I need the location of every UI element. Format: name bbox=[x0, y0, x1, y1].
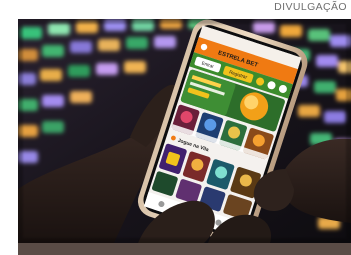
photo: ESTRELA BET Entrar Registrar Jogue na Vi… bbox=[18, 19, 351, 243]
bottom-strip bbox=[18, 243, 351, 255]
photo-illustration: ESTRELA BET Entrar Registrar Jogue na Vi… bbox=[18, 19, 351, 243]
photo-credit: DIVULGAÇÃO bbox=[274, 1, 347, 13]
